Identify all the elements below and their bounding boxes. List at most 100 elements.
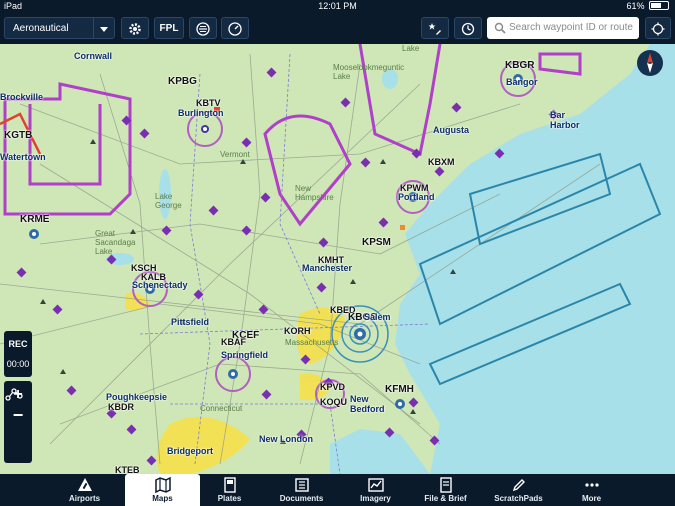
layers-button[interactable] [189,17,217,39]
documents-icon [294,478,309,492]
tab-label: Maps [152,494,173,503]
city-label: Bridgeport [167,446,213,456]
airport-marker[interactable] [228,369,238,379]
city-label: Schenectady [132,280,188,290]
airport-label[interactable]: KBTV [196,98,221,108]
region-label: Great Sacandaga Lake [95,229,136,256]
gauge-icon [228,22,242,36]
tab-label: File & Brief [424,494,467,503]
recents-button[interactable] [454,17,482,39]
tab-airports[interactable]: Airports [47,474,122,506]
tab-more[interactable]: More [554,474,629,506]
rec-timer: 00:00 [6,359,30,369]
city-label: Brockville [0,92,44,102]
tab-scratchpads[interactable]: ScratchPads [481,474,556,506]
tab-documents[interactable]: Documents [264,474,339,506]
file-brief-icon [439,477,452,493]
airport-label[interactable]: KTEB [115,465,140,474]
search-icon [494,22,506,34]
tab-maps[interactable]: Maps [125,474,200,506]
city-label: Augusta [433,125,469,135]
zoom-out-button[interactable]: − [4,405,32,425]
tab-file-brief[interactable]: File & Brief [408,474,483,506]
airport-marker[interactable] [29,229,39,239]
clock: 12:01 PM [318,1,357,11]
fpl-button[interactable]: FPL [154,17,184,39]
pencil-icon [512,479,525,492]
imagery-icon [367,478,384,492]
airport-icon [77,478,92,491]
gear-icon [129,23,141,35]
compass-icon [647,53,653,73]
airport-marker[interactable] [354,328,366,340]
city-label: Manchester [302,263,353,273]
airport-label[interactable]: KBDR [108,402,134,412]
city-label: Poughkeepsie [106,392,168,402]
region-label: Mooselookmeguntic Lake [333,63,405,81]
airport-label[interactable]: KBGR [505,60,534,71]
city-label: Cornwall [74,51,113,61]
city-label: Springfield [221,350,268,360]
gauge-button[interactable] [221,17,249,39]
compass[interactable] [637,50,663,76]
region-label: New Hampshire [295,184,334,202]
map-layer-selector[interactable]: Aeronautical [4,17,115,39]
city-label: New London [259,434,313,444]
airport-label[interactable]: KBAF [221,337,246,347]
airport-label[interactable]: KBXM [428,157,455,167]
city-label: Salem [364,312,391,322]
track-recorder[interactable]: REC 00:00 [4,331,32,377]
region-label: Massachusetts [285,338,339,347]
bottom-tab-bar: Airports Maps Plates Documents Imagery F… [0,474,675,506]
city-label: Burlington [178,108,224,118]
clock-icon [461,22,475,36]
tab-label: Imagery [360,494,391,503]
tab-plates[interactable]: Plates [192,474,267,506]
region-label: Lake George [155,192,182,210]
tab-label: More [581,494,602,503]
airport-label[interactable]: KOQU [320,397,347,407]
tab-label: Documents [279,494,324,503]
airport-label[interactable]: KPBG [168,76,197,87]
airport-label[interactable]: KORH [284,326,311,336]
route-icon[interactable] [4,386,24,402]
battery-icon [649,1,669,10]
plates-icon [223,477,236,493]
locate-button[interactable] [645,17,671,39]
city-label: Bar Harbor [550,110,580,130]
status-bar: iPad 12:01 PM 61% [0,0,675,12]
airport-marker[interactable] [395,399,405,409]
map-controls: + − [4,381,32,463]
settings-button[interactable] [121,17,149,39]
layers-icon [196,22,210,36]
favorites-button[interactable] [421,17,449,39]
star-airplane-icon [428,23,441,35]
map-icon [154,477,171,493]
more-icon [584,483,599,487]
crosshair-icon [651,22,665,36]
rec-label[interactable]: REC [4,339,32,349]
search-placeholder: Search waypoint ID or route [509,22,633,33]
city-label: Portland [398,192,435,202]
city-label: Pittsfield [171,317,210,327]
tab-label: Airports [68,494,101,503]
tab-label: Plates [217,494,242,503]
aeronautical-map[interactable]: KPBG KBTV KBGR KGTB KRME KPWM KBXM KPSM … [0,44,675,474]
region-label: Connecticut [200,404,243,413]
airport-marker[interactable] [201,125,209,133]
airport-label[interactable]: KPVD [320,382,345,392]
airport-label[interactable]: KPSM [362,237,391,248]
region-label: Lake [402,44,420,53]
airport-label[interactable]: KRME [20,214,49,225]
waypoint-search-input[interactable]: Search waypoint ID or route [487,17,639,39]
battery-indicator: 61% [626,0,669,12]
city-label: Watertown [0,152,46,162]
region-label: Vermont [220,150,250,159]
city-label: New Bedford [350,394,385,414]
airport-label[interactable]: KGTB [4,130,32,141]
tab-imagery[interactable]: Imagery [338,474,413,506]
chevron-down-icon [100,27,108,32]
tab-label: ScratchPads [494,494,543,503]
battery-percent: 61% [626,1,645,11]
city-label: Bangor [506,77,538,87]
